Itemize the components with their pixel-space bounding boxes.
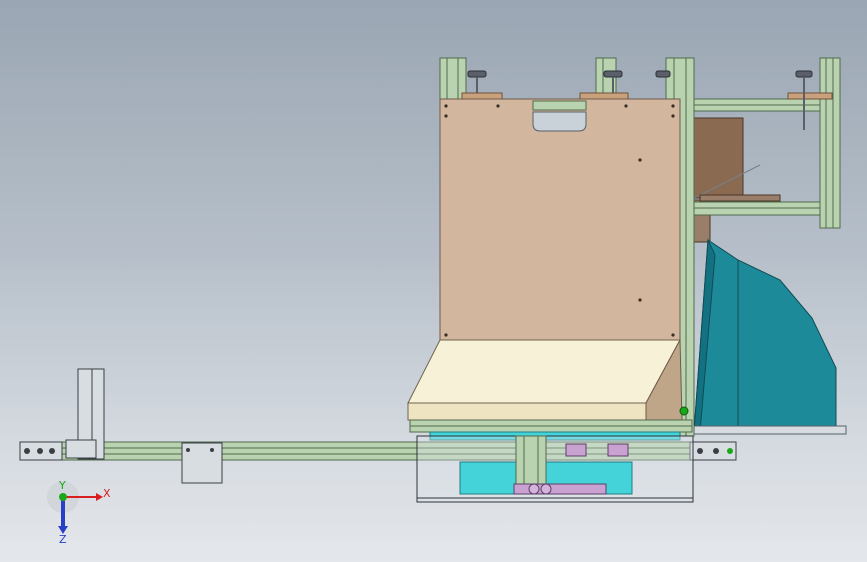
- purple-actuator: [513, 483, 607, 495]
- cream-slope-tray: [407, 339, 681, 404]
- z-axis-label: Z: [59, 533, 67, 546]
- brown-pad-2: [579, 92, 629, 100]
- y-axis-label: Y: [59, 479, 66, 492]
- screw-knob-3: [655, 70, 671, 78]
- cream-tray-front: [407, 402, 647, 421]
- brown-pad-1: [461, 92, 503, 100]
- teal-hopper-side: [693, 239, 837, 433]
- center-column: [515, 435, 547, 487]
- panel-top-bracket: [532, 100, 587, 111]
- brown-pad-right: [787, 92, 833, 100]
- x-axis-label: X: [103, 487, 111, 500]
- teal-hopper-base: [693, 425, 847, 435]
- screw-knob-2: [603, 70, 623, 78]
- purple-bracket-2: [607, 443, 629, 457]
- screw-knob-right: [795, 70, 813, 78]
- brown-strip: [699, 194, 781, 202]
- beige-main-panel: [439, 98, 681, 341]
- purple-bracket-1: [565, 443, 587, 457]
- panel-handle-cutout: [532, 111, 587, 132]
- left-upright-foot: [65, 439, 97, 459]
- axis-triad: X Y Z: [46, 480, 116, 550]
- y-axis-dot: [59, 493, 67, 501]
- right-post: [819, 57, 841, 229]
- cad-viewport[interactable]: X Y Z: [0, 0, 867, 562]
- screw-knob-1: [467, 70, 487, 78]
- machine-assembly-model[interactable]: [0, 0, 867, 562]
